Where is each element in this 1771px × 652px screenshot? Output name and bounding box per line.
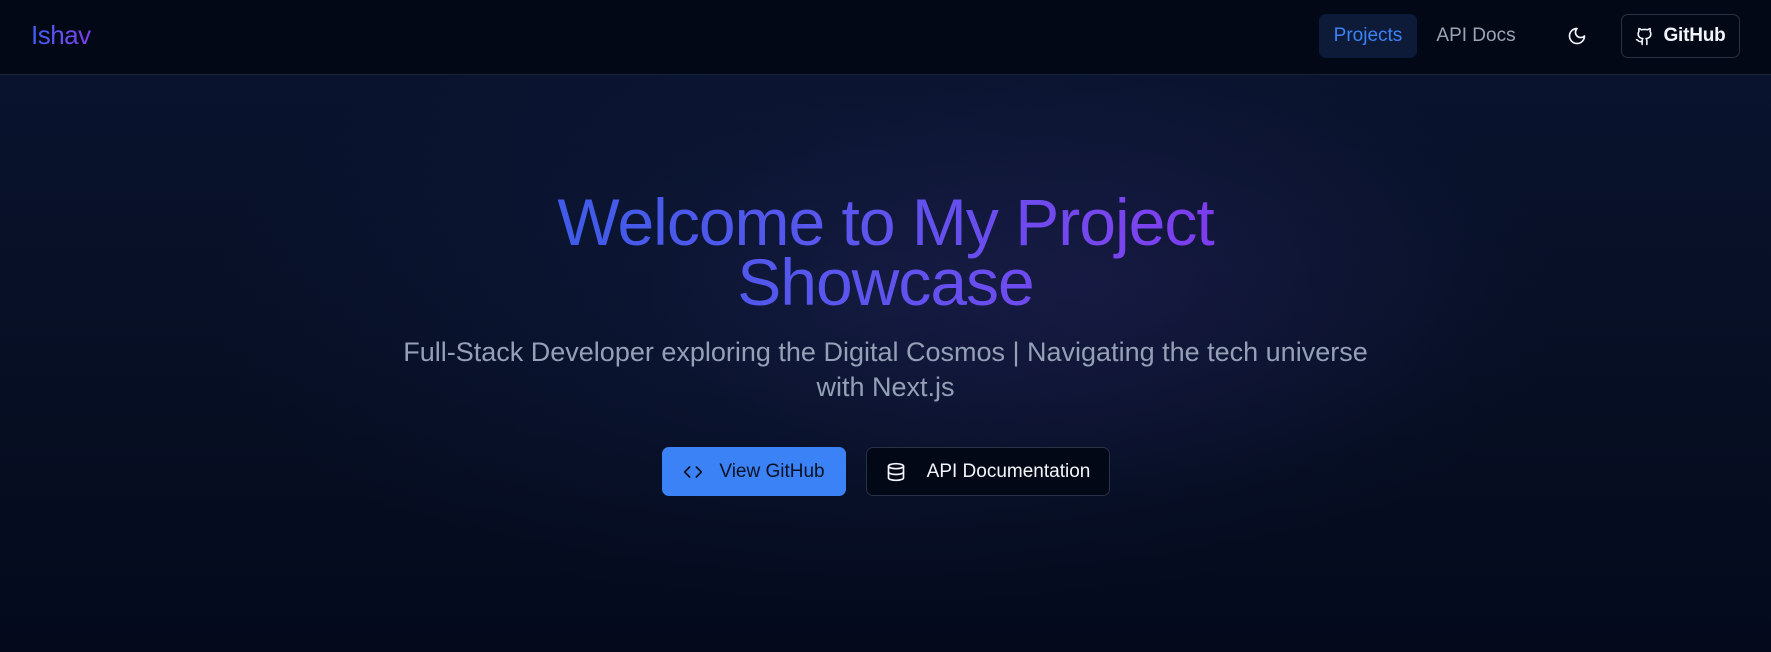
database-icon <box>886 462 906 482</box>
hero-subtitle: Full-Stack Developer exploring the Digit… <box>403 337 1368 402</box>
code-icon <box>683 462 703 482</box>
moon-icon <box>1567 26 1587 46</box>
nav-link-projects[interactable]: Projects <box>1319 14 1417 58</box>
nav-link-projects-label: Projects <box>1333 25 1403 46</box>
nav-link-api-docs[interactable]: API Docs <box>1425 14 1527 58</box>
view-github-button[interactable]: View GitHub <box>662 447 846 496</box>
view-github-label: View GitHub <box>719 460 825 482</box>
hero-title: Welcome to My Project Showcase <box>0 189 1771 315</box>
header-github-button[interactable]: GitHub <box>1621 14 1740 58</box>
top-navbar: Ishav Projects API Docs GitHub <box>0 0 1771 75</box>
github-icon <box>1635 27 1654 46</box>
api-documentation-button[interactable]: API Documentation <box>866 447 1110 496</box>
theme-toggle-button[interactable] <box>1555 14 1599 58</box>
brand-logo[interactable]: Ishav <box>31 19 91 51</box>
page: Ishav Projects API Docs GitHub Welcome t… <box>0 0 1771 652</box>
header-github-label: GitHub <box>1663 25 1726 46</box>
nav-link-api-docs-label: API Docs <box>1436 25 1516 46</box>
api-documentation-label: API Documentation <box>926 460 1091 482</box>
hero-title-text: Welcome to My Project Showcase <box>536 189 1236 315</box>
